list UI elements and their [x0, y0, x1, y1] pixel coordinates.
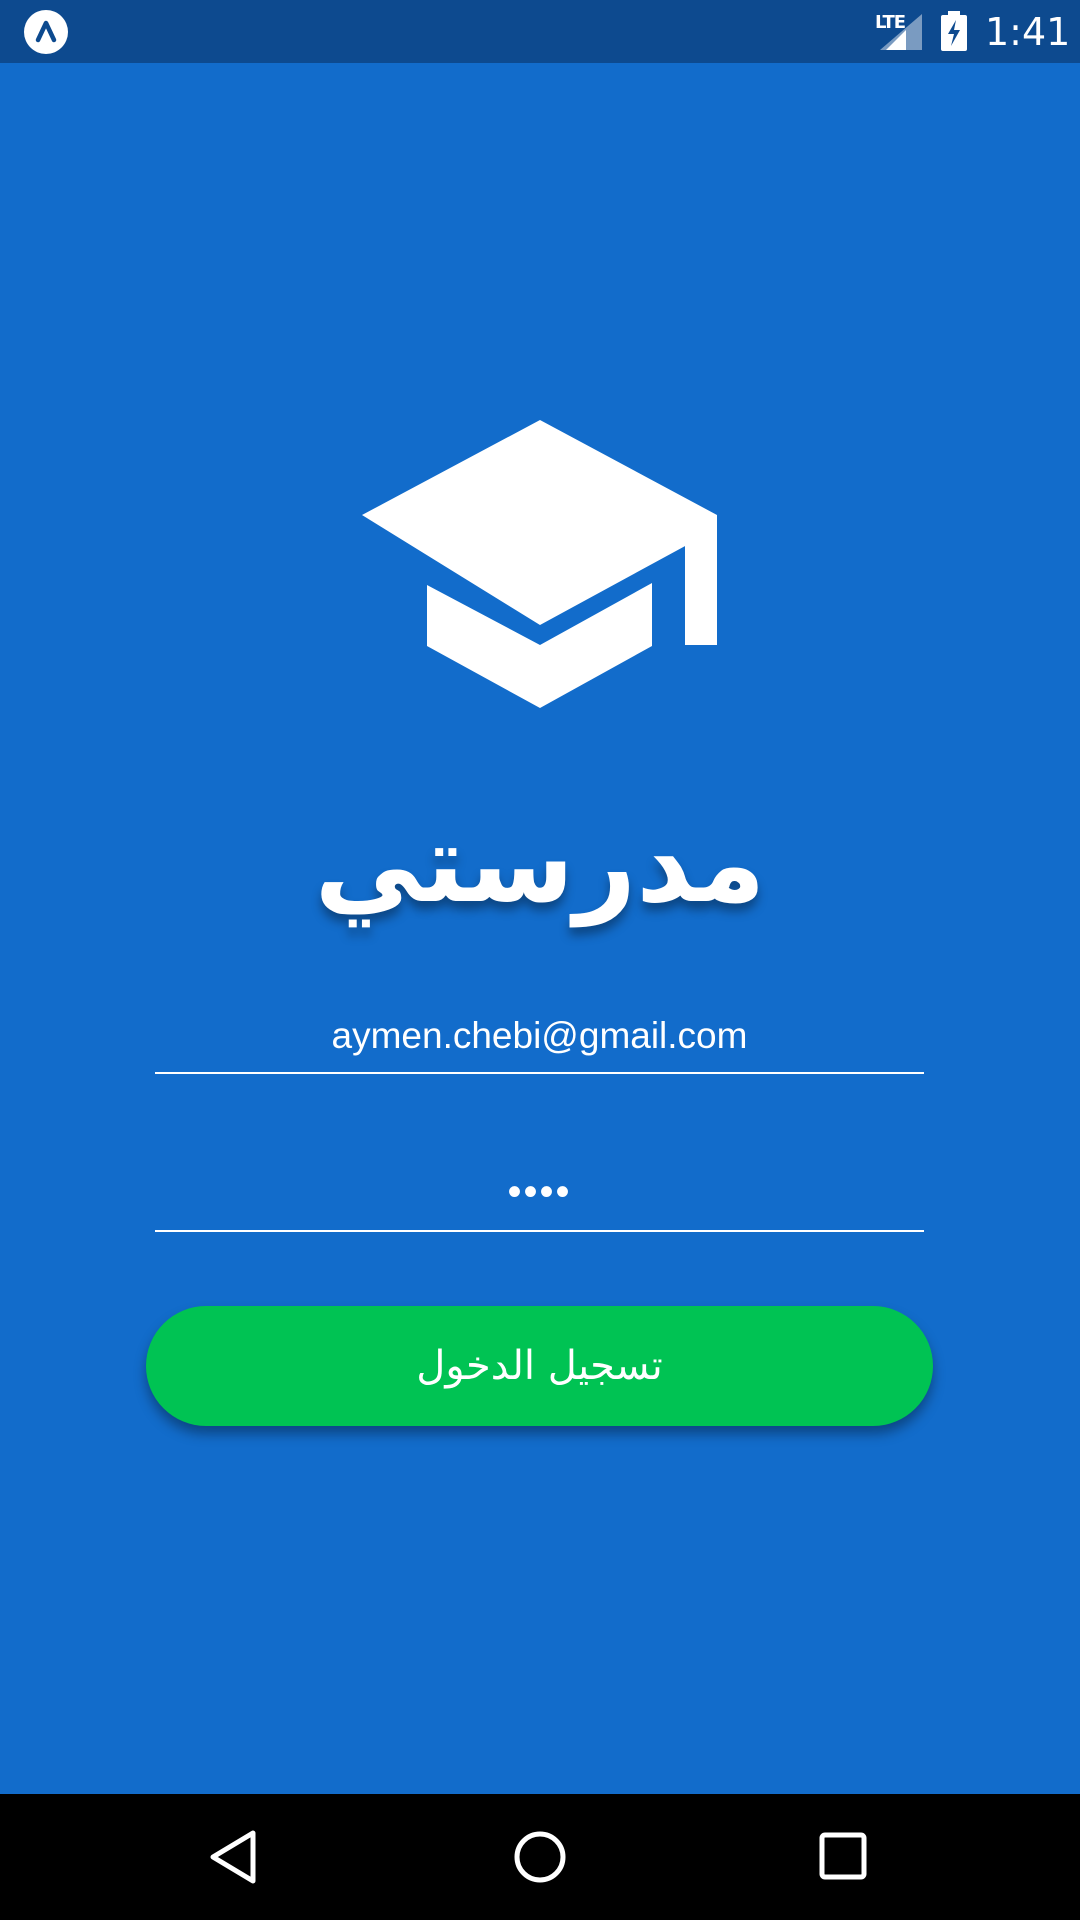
graduation-cap-icon	[362, 420, 717, 708]
login-button[interactable]: تسجيل الدخول	[146, 1306, 933, 1426]
app-title: مدرستي	[314, 802, 766, 927]
status-bar: LTE 1:41	[0, 0, 1080, 63]
back-triangle-icon[interactable]	[208, 1829, 258, 1885]
signal-icon	[880, 14, 922, 50]
expo-icon	[24, 10, 68, 54]
battery-charging-icon	[941, 11, 967, 51]
recents-square-icon[interactable]	[818, 1829, 868, 1885]
email-field[interactable]	[155, 1000, 924, 1074]
home-circle-icon[interactable]	[512, 1829, 568, 1885]
password-field[interactable]	[155, 1155, 924, 1232]
navigation-bar	[0, 1794, 1080, 1920]
status-time: 1:41	[985, 10, 1071, 54]
